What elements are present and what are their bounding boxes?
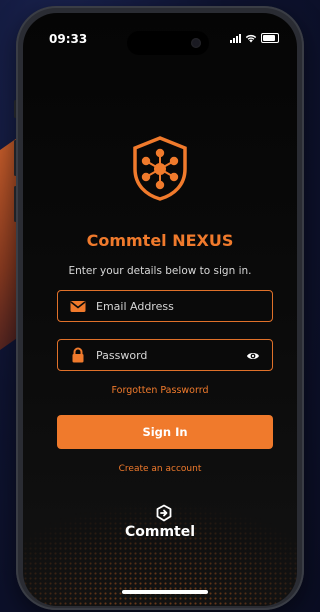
shield-network-logo [133, 136, 187, 201]
signal-icon [230, 33, 241, 43]
app-screen: 09:33 Commtel NEXUS Enter your details b… [23, 13, 297, 606]
create-account-link[interactable]: Create an account [23, 464, 297, 474]
battery-icon [261, 33, 279, 43]
email-input[interactable] [96, 291, 246, 321]
lock-icon [72, 347, 84, 363]
password-input[interactable] [96, 340, 246, 370]
phone-frame: 09:33 Commtel NEXUS Enter your details b… [16, 6, 304, 610]
sign-in-button[interactable]: Sign In [57, 415, 273, 449]
commtel-mark-icon [156, 504, 172, 522]
dynamic-island [127, 31, 209, 55]
envelope-icon [70, 301, 86, 312]
app-title: Commtel NEXUS [86, 231, 234, 250]
sign-in-instructions: Enter your details below to sign in. [68, 265, 252, 277]
wifi-icon [245, 34, 257, 42]
camera-icon [191, 38, 201, 48]
eye-icon[interactable] [246, 350, 260, 362]
status-time: 09:33 [49, 32, 88, 46]
brand-wordmark: Commtel [124, 524, 196, 540]
email-field[interactable] [57, 290, 273, 322]
status-icons [230, 33, 279, 43]
home-indicator[interactable] [122, 590, 208, 594]
password-field[interactable] [57, 339, 273, 371]
forgot-password-link[interactable]: Forgotten Passworrd [23, 385, 297, 396]
